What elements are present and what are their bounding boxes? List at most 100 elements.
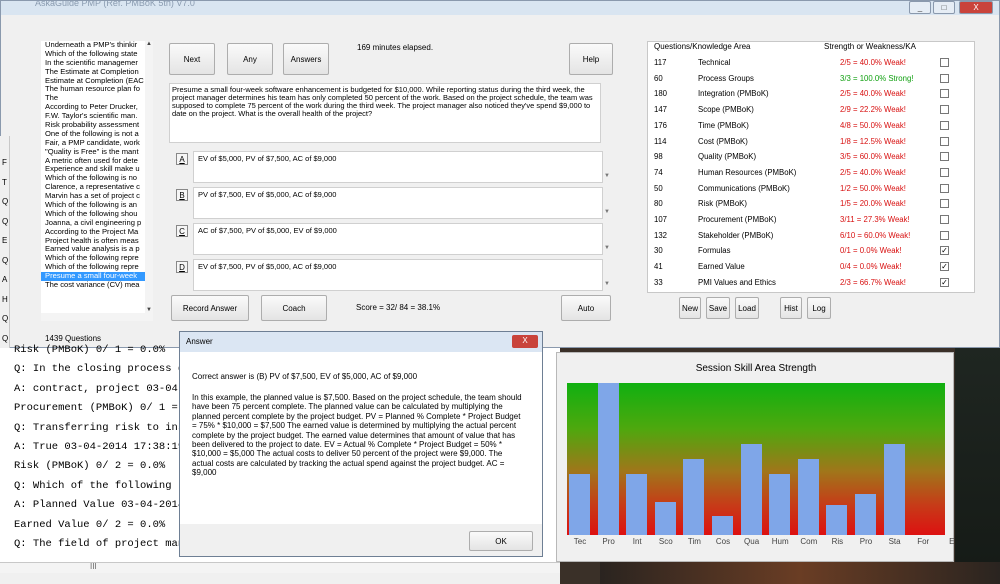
question-list-hscrollbar[interactable] — [41, 313, 153, 321]
ka-checkbox[interactable] — [940, 199, 949, 209]
ka-checkbox[interactable] — [940, 120, 949, 130]
ka-count: 50 — [654, 183, 663, 193]
scroll-up-arrow-icon[interactable]: ▲ — [145, 41, 153, 47]
chart-bar — [883, 443, 905, 535]
choice-d-button[interactable]: D — [176, 261, 188, 273]
choice-scroll-arrow-icon[interactable]: ▼ — [604, 281, 610, 287]
question-list-item[interactable]: Project health is often meas — [41, 237, 145, 246]
question-list-item[interactable]: According to the Project Ma — [41, 228, 145, 237]
question-list-item[interactable]: The cost variance (CV) mea — [41, 281, 145, 290]
chart-tick-label: Int — [632, 537, 642, 546]
coach-button[interactable]: Coach — [261, 295, 327, 321]
any-button[interactable]: Any — [227, 43, 273, 75]
question-list-item[interactable]: Earned value analysis is a p — [41, 245, 145, 254]
question-list-scrollbar[interactable]: ▲ ▼ — [145, 41, 153, 313]
answers-button[interactable]: Answers — [283, 43, 329, 75]
question-list-item[interactable]: Joanna, a civil engineering p — [41, 219, 145, 228]
question-list-item[interactable]: Which of the following shou — [41, 210, 145, 219]
question-list-item[interactable]: Which of the following repre — [41, 254, 145, 263]
console-line: Q: Transferring risk to insu — [14, 421, 191, 434]
maximize-button[interactable]: □ — [933, 1, 955, 14]
question-list-item[interactable]: The human resource plan fo — [41, 85, 145, 94]
ka-checkbox[interactable] — [940, 136, 949, 146]
console-line: Earned Value 0/ 2 = 0.0% — [14, 518, 166, 531]
question-list-item[interactable]: Clarence, a representative c — [41, 183, 145, 192]
question-list-item[interactable]: One of the following is not a — [41, 130, 145, 139]
save-button[interactable]: Save — [706, 297, 730, 319]
choice-b-button[interactable]: B — [176, 189, 188, 201]
ka-header-right: Strength or Weakness/KA — [824, 42, 916, 51]
minimize-button[interactable]: _ — [909, 1, 931, 14]
question-list-item[interactable]: In the scientific managemer — [41, 59, 145, 68]
ka-row: 74 Human Resources (PMBoK) 2/5 = 40.0% Wea… — [648, 165, 974, 181]
choice-scroll-arrow-icon[interactable]: ▼ — [604, 245, 610, 251]
question-list-item[interactable]: Risk probability assessment — [41, 121, 145, 130]
choice-d-text: EV of $7,500, PV of $5,000, AC of $9,000 — [193, 259, 603, 291]
question-list-item[interactable]: "Quality is Free" is the mant — [41, 148, 145, 157]
ka-area: Scope (PMBoK) — [698, 105, 754, 115]
close-button[interactable]: X — [959, 1, 993, 14]
ka-checkbox[interactable] — [940, 167, 949, 177]
console-line: Q: In the closing process gr — [14, 363, 191, 376]
question-list-item[interactable]: A metric often used for dete — [41, 157, 145, 166]
console-line: Q: The field of project mana — [14, 538, 191, 550]
ka-checkbox[interactable] — [940, 183, 949, 193]
console-hscrollbar[interactable]: III — [0, 562, 560, 573]
ka-strength: 4/8 = 50.0% Weak! — [840, 120, 906, 130]
dialog-body: Correct answer is (B) PV of $7,500, EV o… — [180, 352, 542, 524]
ka-checkbox[interactable]: ✓ — [940, 262, 949, 272]
ka-strength: 1/8 = 12.5% Weak! — [840, 136, 906, 146]
ka-row: 107 Procurement (PMBoK) 3/11 = 27.3% Weak! — [648, 212, 974, 228]
choice-a-text: EV of $5,000, PV of $7,500, AC of $9,000 — [193, 151, 603, 183]
question-list-item[interactable]: Which of the following state — [41, 50, 145, 59]
chart-tick-label: Ris — [831, 537, 844, 546]
auto-button[interactable]: Auto — [561, 295, 611, 321]
chart-title: Session Skill Area Strength — [695, 363, 817, 374]
scroll-grip-icon[interactable]: III — [90, 562, 97, 571]
chart-tick-label: Cos — [715, 537, 731, 546]
question-list-item[interactable]: Which of the following is an — [41, 201, 145, 210]
hist-button[interactable]: Hist — [780, 297, 802, 319]
question-list-item[interactable]: Estimate at Completion (EAC — [41, 77, 145, 86]
ka-checkbox[interactable] — [940, 58, 949, 67]
ka-checkbox[interactable]: ✓ — [940, 277, 949, 287]
question-list-item[interactable]: Fair, a PMP candidate, work — [41, 139, 145, 148]
load-button[interactable]: Load — [735, 297, 759, 319]
ka-checkbox[interactable] — [940, 73, 949, 83]
help-button[interactable]: Help — [569, 43, 613, 75]
question-list-item[interactable]: F.W. Taylor's scientific man. — [41, 112, 145, 121]
choice-c-button[interactable]: C — [176, 225, 188, 237]
ok-button[interactable]: OK — [469, 531, 533, 551]
ka-checkbox[interactable] — [940, 152, 949, 162]
question-list-item[interactable]: Marvin has a set of project c — [41, 192, 145, 201]
ka-checkbox[interactable] — [940, 89, 949, 99]
question-list-item[interactable]: According to Peter Drucker, — [41, 103, 145, 112]
record-answer-button[interactable]: Record Answer — [171, 295, 249, 321]
ka-checkbox[interactable] — [940, 215, 949, 224]
ka-area: Human Resources (PMBoK) — [698, 167, 797, 177]
edge-letter: A — [2, 275, 8, 284]
ka-checkbox[interactable] — [940, 230, 949, 240]
dialog-close-button[interactable]: X — [512, 335, 538, 348]
question-list-item[interactable]: Underneath a PMP's thinkir — [41, 41, 145, 50]
ka-checkbox[interactable] — [940, 105, 949, 115]
chart-tick-label: Pro — [859, 537, 873, 546]
chart-bar — [569, 474, 590, 535]
ka-count: 33 — [654, 277, 663, 287]
question-list-item[interactable]: Experience and skill make u — [41, 165, 145, 174]
ka-checkbox[interactable]: ✓ — [940, 246, 949, 256]
log-button[interactable]: Log — [807, 297, 831, 319]
choice-a-button[interactable]: A — [176, 153, 188, 165]
question-list-item[interactable]: Which of the following repre — [41, 263, 145, 272]
ka-count: 176 — [654, 120, 668, 130]
choice-scroll-arrow-icon[interactable]: ▼ — [604, 209, 610, 215]
question-list[interactable]: Underneath a PMP's thinkir Which of the f… — [41, 41, 153, 313]
question-list-item[interactable]: Presume a small four-week — [41, 272, 145, 282]
next-button[interactable]: Next — [169, 43, 215, 75]
choice-scroll-arrow-icon[interactable]: ▼ — [604, 173, 610, 179]
new-button[interactable]: New — [679, 297, 701, 319]
question-list-item[interactable]: Which of the following is no — [41, 174, 145, 183]
question-list-item[interactable]: The — [41, 94, 145, 103]
edge-letter: E — [2, 236, 8, 245]
question-list-item[interactable]: The Estimate at Completion — [41, 68, 145, 77]
